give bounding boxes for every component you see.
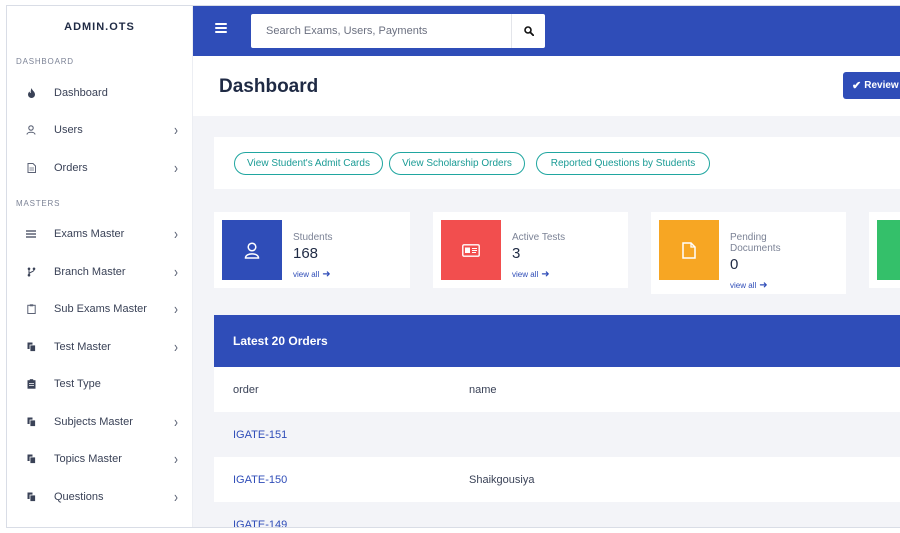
section-label-dashboard: DASHBOARD — [16, 57, 74, 66]
copy-icon — [26, 342, 36, 352]
stat-label: Students — [293, 232, 333, 243]
chevron-right-icon[interactable]: › — [174, 450, 178, 468]
table-row: IGATE-151 — [214, 412, 900, 457]
sidebar-item-questions[interactable]: Questions › — [7, 478, 192, 516]
list-icon — [26, 229, 36, 239]
view-all-link[interactable]: view all ➜ — [512, 269, 550, 280]
copy-icon — [26, 454, 36, 465]
document-icon — [26, 162, 36, 173]
sidebar-item-label: Branch Master — [54, 265, 126, 278]
view-all-label: view all — [293, 270, 320, 279]
order-link[interactable]: IGATE-151 — [233, 429, 287, 441]
check-icon: ✔ — [852, 80, 862, 92]
chevron-right-icon[interactable]: › — [174, 413, 178, 431]
table-title: Latest 20 Orders — [214, 315, 900, 367]
app-window: ADMIN.OTS DASHBOARD Dashboard Users › Or… — [6, 5, 900, 528]
arrow-right-icon: ➜ — [322, 269, 331, 280]
sidebar-item-test-type[interactable]: Test Type — [7, 366, 192, 404]
chevron-right-icon[interactable]: › — [174, 338, 178, 356]
sidebar: ADMIN.OTS DASHBOARD Dashboard Users › Or… — [7, 6, 193, 527]
chevron-right-icon[interactable]: › — [174, 300, 178, 318]
table-header-row: order name — [214, 367, 900, 412]
sidebar-item-sub-exams-master[interactable]: Sub Exams Master › — [7, 291, 192, 329]
quick-links-card: View Student's Admit Cards View Scholars… — [214, 137, 900, 189]
stat-card-partial — [869, 212, 900, 288]
stat-card-active-tests: Active Tests 3 view all ➜ — [433, 212, 628, 288]
review-button-label: Review — [864, 80, 899, 91]
page-header: Dashboard ✔ Review — [193, 56, 900, 116]
sidebar-item-exams-master[interactable]: Exams Master › — [7, 216, 192, 254]
branch-icon — [26, 267, 36, 277]
latest-orders-table: Latest 20 Orders order name IGATE-151 IG… — [214, 315, 900, 527]
stat-value: 3 — [512, 245, 521, 262]
search-box — [251, 14, 545, 48]
sidebar-item-label: Users — [54, 124, 83, 137]
hamburger-menu-icon[interactable] — [215, 23, 227, 33]
search-icon[interactable] — [511, 14, 545, 48]
stat-label: Active Tests — [512, 232, 566, 243]
view-all-label: view all — [512, 270, 539, 279]
brand-logo[interactable]: ADMIN.OTS — [7, 6, 192, 48]
sidebar-item-label: Dashboard — [54, 86, 108, 99]
sidebar-item-label: Exams Master — [54, 228, 125, 241]
reported-questions-link[interactable]: Reported Questions by Students — [536, 152, 710, 175]
scholarship-orders-link[interactable]: View Scholarship Orders — [389, 152, 525, 175]
chevron-right-icon[interactable]: › — [174, 263, 178, 281]
chevron-right-icon[interactable]: › — [174, 488, 178, 506]
order-link[interactable]: IGATE-150 — [233, 474, 287, 486]
id-card-icon — [441, 220, 501, 280]
chevron-right-icon[interactable]: › — [174, 121, 178, 139]
copy-icon — [26, 492, 36, 502]
sidebar-item-label: Test Master — [54, 340, 111, 353]
file-icon — [659, 220, 719, 280]
arrow-right-icon: ➜ — [759, 280, 768, 291]
sidebar-item-dashboard[interactable]: Dashboard — [7, 74, 192, 112]
sidebar-item-branch-master[interactable]: Branch Master › — [7, 253, 192, 291]
view-all-link[interactable]: view all ➜ — [730, 280, 768, 291]
order-link[interactable]: IGATE-149 — [233, 519, 287, 527]
stat-card-students: Students 168 view all ➜ — [214, 212, 410, 288]
sidebar-item-label: Test Type — [54, 378, 101, 391]
order-name: Shaikgousiya — [469, 474, 535, 486]
copy-icon — [26, 417, 36, 427]
sidebar-item-label: Orders — [54, 161, 88, 174]
sidebar-item-subjects-master[interactable]: Subjects Master › — [7, 403, 192, 441]
sidebar-item-users[interactable]: Users › — [7, 112, 192, 150]
top-bar — [193, 6, 900, 56]
clipboard-icon — [26, 304, 36, 315]
stat-card-pending-documents: Pending Documents 0 view all ➜ — [651, 212, 846, 294]
stat-value: 168 — [293, 245, 319, 262]
review-button[interactable]: ✔ Review — [843, 72, 900, 99]
column-header-name: name — [469, 384, 497, 396]
search-input[interactable] — [251, 25, 501, 37]
sidebar-item-orders[interactable]: Orders › — [7, 149, 192, 187]
page-title: Dashboard — [219, 76, 319, 97]
arrow-right-icon: ➜ — [541, 269, 550, 280]
chevron-right-icon[interactable]: › — [174, 159, 178, 177]
table-row: IGATE-150 Shaikgousiya — [214, 457, 900, 502]
section-label-masters: MASTERS — [16, 198, 61, 208]
table-row: IGATE-149 — [214, 502, 900, 527]
view-all-label: view all — [730, 281, 757, 290]
user-icon — [222, 220, 282, 280]
stat-value: 0 — [730, 256, 739, 273]
sidebar-item-label: Sub Exams Master — [54, 303, 147, 316]
sidebar-item-label: Questions — [54, 490, 104, 503]
sidebar-item-topics-master[interactable]: Topics Master › — [7, 441, 192, 479]
clipboard-list-icon — [26, 379, 36, 389]
sidebar-item-label: Topics Master — [54, 453, 122, 466]
admit-cards-link[interactable]: View Student's Admit Cards — [234, 152, 383, 175]
partial-card-icon — [877, 220, 900, 280]
column-header-order: order — [233, 384, 259, 396]
view-all-link[interactable]: view all ➜ — [293, 269, 331, 280]
stat-label: Pending Documents — [730, 232, 781, 254]
sidebar-item-label: Subjects Master — [54, 415, 133, 428]
fire-icon — [26, 87, 36, 98]
sidebar-item-test-master[interactable]: Test Master › — [7, 328, 192, 366]
chevron-right-icon[interactable]: › — [174, 225, 178, 243]
user-icon — [26, 125, 36, 135]
